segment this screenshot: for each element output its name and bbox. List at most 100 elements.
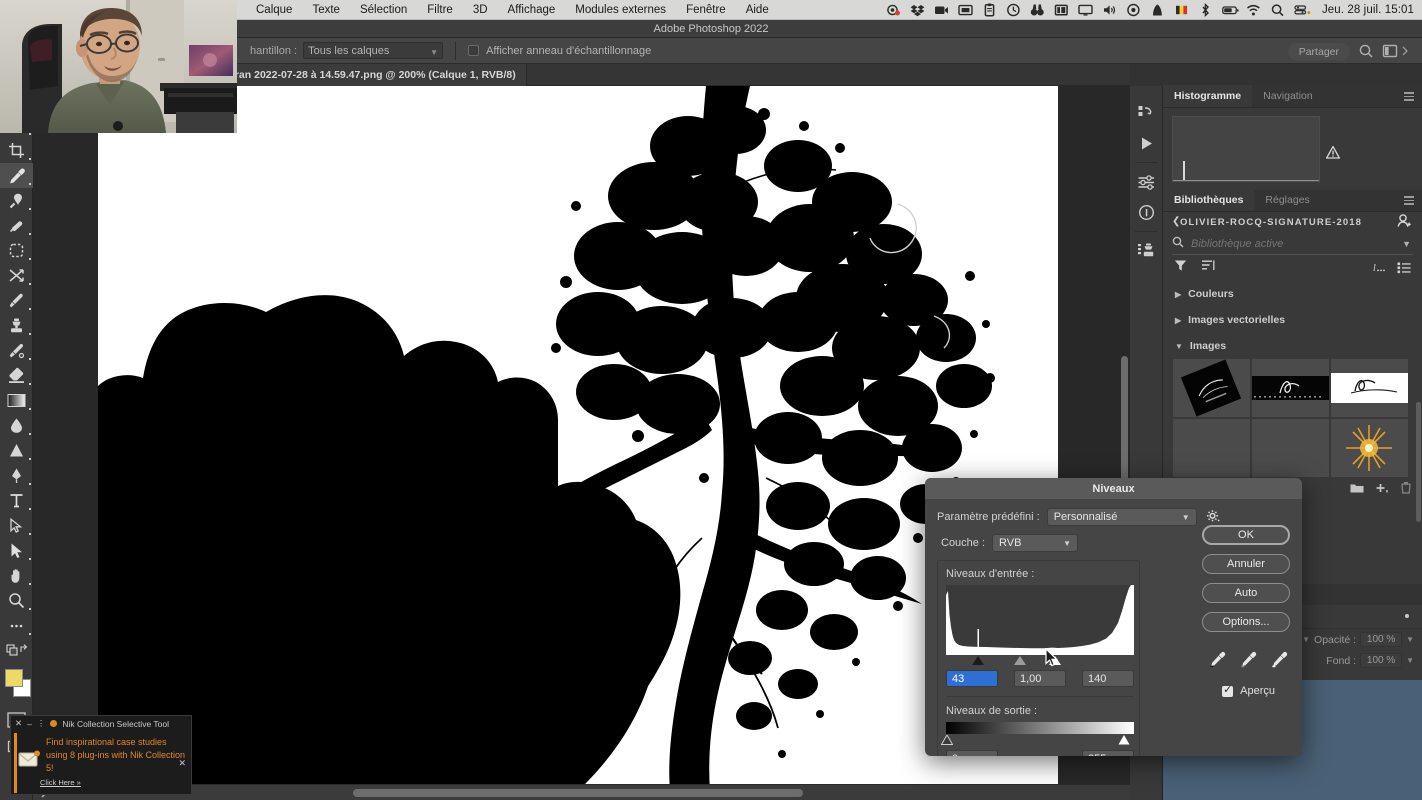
preview-checkbox[interactable] <box>1222 683 1234 697</box>
eraser-tool[interactable] <box>0 363 33 388</box>
set-black-point-eyedropper[interactable] <box>1209 651 1226 671</box>
sort-icon[interactable] <box>1201 259 1215 277</box>
blur-tool[interactable] <box>0 413 33 438</box>
minimize-icon[interactable]: – <box>27 719 32 729</box>
menu-3d[interactable]: 3D <box>463 0 498 20</box>
input-white-field[interactable]: 140 <box>1082 670 1134 687</box>
spotlight-search-icon[interactable] <box>1270 3 1285 17</box>
set-white-point-eyedropper[interactable] <box>1271 651 1288 671</box>
path-selection-tool[interactable] <box>0 513 33 538</box>
shuffle-tool[interactable] <box>0 263 33 288</box>
control-center-icon[interactable] <box>1294 3 1311 17</box>
wifi-icon[interactable] <box>1246 3 1261 17</box>
dropbox-icon[interactable] <box>910 3 925 17</box>
opacity-value[interactable]: 100 % <box>1360 632 1403 647</box>
chevron-right-icon[interactable] <box>1400 43 1416 59</box>
fill-value[interactable]: 100 % <box>1360 653 1403 668</box>
actions-panel-icon[interactable] <box>1130 128 1163 158</box>
ok-button[interactable]: OK <box>1202 525 1290 545</box>
sampling-ring-checkbox[interactable] <box>468 45 480 56</box>
uncached-data-warning-icon[interactable] <box>1325 145 1341 159</box>
zoom-tool[interactable] <box>0 588 33 613</box>
canvas-horizontal-scrollbar[interactable] <box>353 789 803 797</box>
menu-calque[interactable]: Calque <box>246 0 302 20</box>
library-section-images[interactable]: ▼ Images <box>1163 333 1422 359</box>
tab-reglages[interactable]: Réglages <box>1254 189 1320 211</box>
camera-record-icon[interactable] <box>886 3 901 17</box>
panel-menu-icon[interactable] <box>1404 92 1414 101</box>
fill-caret-icon[interactable]: ▼ <box>1406 656 1414 665</box>
patch-tool[interactable] <box>0 213 33 238</box>
crop-tool[interactable] <box>0 138 33 163</box>
input-black-point-slider[interactable] <box>972 656 984 665</box>
color-swatches[interactable] <box>0 667 33 703</box>
menu-fenetre[interactable]: Fenêtre <box>676 0 736 20</box>
more-tools-icon[interactable] <box>0 613 33 638</box>
output-white-field[interactable]: 255 <box>1082 750 1134 756</box>
split-view-icon[interactable] <box>1054 3 1069 17</box>
clone-source-panel-icon[interactable] <box>1130 236 1163 266</box>
time-machine-icon[interactable] <box>1006 3 1021 17</box>
list-view-icon[interactable] <box>1397 261 1411 279</box>
menu-modules-externes[interactable]: Modules externes <box>565 0 676 20</box>
share-button[interactable]: Partager <box>1287 43 1350 60</box>
display-mirror-icon[interactable] <box>958 3 973 17</box>
preset-select[interactable]: Personnalisé ▼ <box>1046 508 1197 526</box>
menu-affichage[interactable]: Affichage <box>498 0 566 20</box>
volume-icon[interactable] <box>1102 3 1117 17</box>
menu-selection[interactable]: Sélection <box>350 0 417 20</box>
add-content-icon[interactable] <box>1375 481 1389 499</box>
nik-dismiss-icon[interactable]: ✕ <box>178 758 186 769</box>
menu-texte[interactable]: Texte <box>302 0 350 20</box>
blend-mode-caret-icon[interactable]: ▼ <box>1302 635 1310 644</box>
hand-tool[interactable] <box>0 563 33 588</box>
input-black-field[interactable]: 43 <box>946 670 998 687</box>
library-thumb-empty-2[interactable] <box>1252 419 1329 477</box>
library-section-images-vectorielles[interactable]: ▶ Images vectorielles <box>1163 307 1422 333</box>
binoculars-icon[interactable] <box>1030 3 1045 17</box>
library-search[interactable]: ▼ <box>1172 233 1413 255</box>
adjustments-panel-icon[interactable] <box>1130 167 1163 197</box>
library-thumb-signature-dark-diamond[interactable] <box>1173 359 1250 417</box>
type-tool[interactable] <box>0 488 33 513</box>
clone-stamp-tool[interactable] <box>0 313 33 338</box>
record-dot-icon[interactable] <box>1126 3 1141 17</box>
bluetooth-icon[interactable] <box>1198 2 1213 17</box>
foreground-color-swatch[interactable] <box>5 669 23 687</box>
tab-bibliotheques[interactable]: Bibliothèques <box>1163 189 1255 211</box>
preset-options-gear-icon[interactable] <box>1206 509 1220 526</box>
monitor-icon[interactable] <box>1078 3 1093 17</box>
invite-collaborator-icon[interactable] <box>1396 213 1413 234</box>
menu-dots-icon[interactable]: ⋮ <box>37 718 46 729</box>
vpn-icon[interactable] <box>1150 3 1165 17</box>
input-gamma-slider[interactable] <box>1014 656 1026 665</box>
filter-icon[interactable] <box>1174 259 1187 277</box>
lock-all-toggle-icon[interactable] <box>1402 608 1412 626</box>
tab-navigation[interactable]: Navigation <box>1252 85 1324 107</box>
workspace-icon[interactable] <box>1382 43 1398 59</box>
channel-select[interactable]: RVB ▼ <box>992 534 1079 552</box>
artboard-image[interactable] <box>98 86 1058 791</box>
eyedropper-tool[interactable] <box>0 163 33 188</box>
font-view-icon[interactable]: l <box>1372 261 1386 279</box>
levels-dialog[interactable]: Niveaux Paramètre prédéfini : Personnali… <box>925 478 1302 756</box>
delete-icon[interactable] <box>1400 481 1412 499</box>
tab-histogramme[interactable]: Histogramme <box>1163 85 1253 107</box>
spot-healing-tool[interactable] <box>0 188 33 213</box>
pen-tool[interactable] <box>0 463 33 488</box>
library-thumb-signature-white-card[interactable] <box>1331 359 1408 417</box>
quick-mask-swap-icon[interactable] <box>0 638 33 663</box>
brush-tool[interactable] <box>0 288 33 313</box>
new-folder-icon[interactable] <box>1350 481 1364 499</box>
dodge-tool[interactable] <box>0 438 33 463</box>
info-panel-icon[interactable] <box>1130 197 1163 227</box>
close-icon[interactable]: ✕ <box>15 718 22 729</box>
screen-record-icon[interactable] <box>934 3 949 17</box>
options-button[interactable]: Options... <box>1202 612 1290 632</box>
cancel-button[interactable]: Annuler <box>1202 554 1290 574</box>
opacity-caret-icon[interactable]: ▼ <box>1406 635 1414 644</box>
chevron-down-icon[interactable]: ▼ <box>1402 239 1411 249</box>
macos-clock[interactable]: Jeu. 28 juil. 15:01 <box>1318 4 1414 16</box>
library-thumb-empty-1[interactable] <box>1173 419 1250 477</box>
library-thumb-gold-starburst[interactable] <box>1331 419 1408 477</box>
